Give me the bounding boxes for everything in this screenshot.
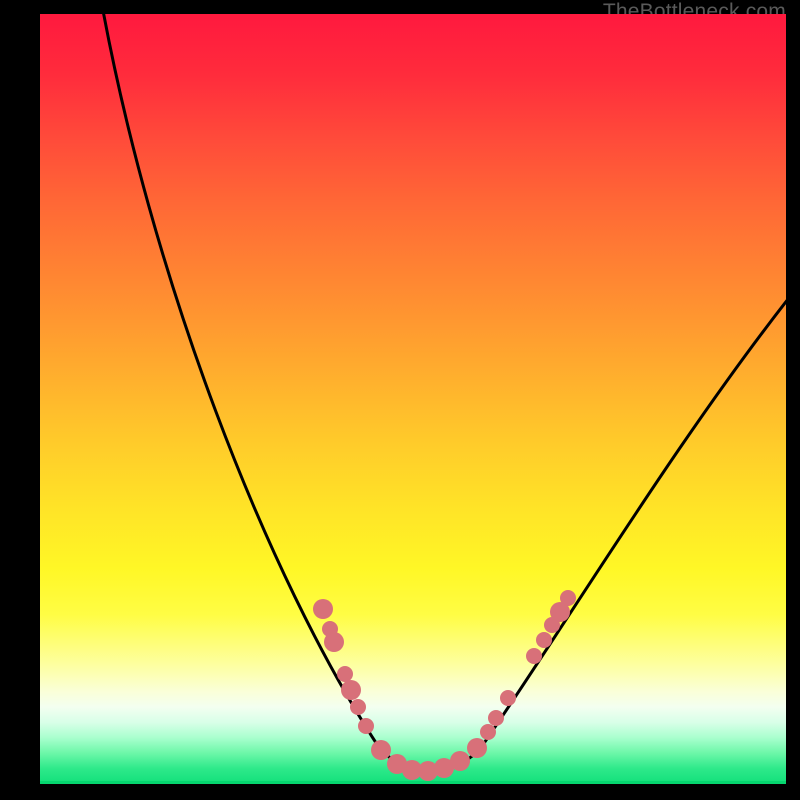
curve-marker (324, 632, 344, 652)
curve-marker (560, 590, 576, 606)
curve-marker (350, 699, 366, 715)
curve-marker (337, 666, 353, 682)
curve-marker (536, 632, 552, 648)
chart-svg (40, 14, 786, 784)
curve-marker (480, 724, 496, 740)
baseline-green (40, 781, 786, 784)
curve-marker (341, 680, 361, 700)
plot-area (40, 14, 786, 784)
curve-marker (500, 690, 516, 706)
curve-marker (371, 740, 391, 760)
curve-marker (450, 751, 470, 771)
chart-stage: TheBottleneck.com (0, 0, 800, 800)
bottleneck-curve (100, 14, 786, 771)
curve-marker (313, 599, 333, 619)
curve-marker (526, 648, 542, 664)
curve-marker (358, 718, 374, 734)
curve-marker (488, 710, 504, 726)
curve-markers (313, 590, 576, 781)
curve-marker (467, 738, 487, 758)
